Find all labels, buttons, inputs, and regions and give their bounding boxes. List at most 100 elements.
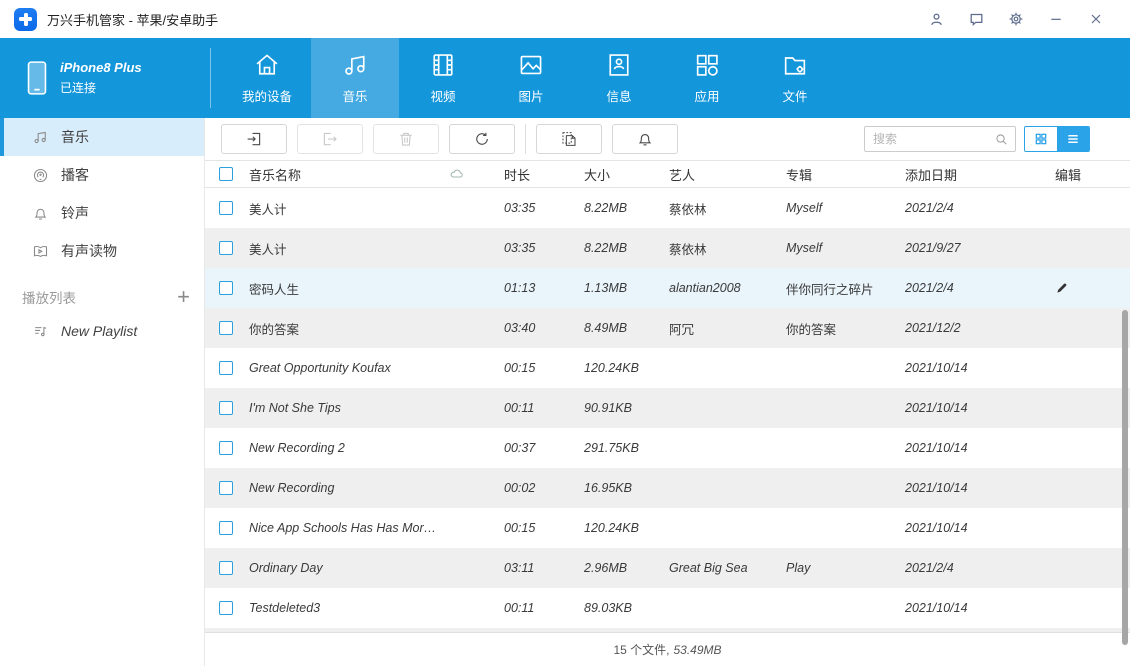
podcast-icon: [32, 167, 49, 184]
song-size: 89.03KB: [584, 601, 669, 615]
contacts-icon: [605, 51, 633, 79]
song-album: Play: [786, 561, 905, 575]
header-date[interactable]: 添加日期: [905, 165, 1055, 184]
playlist-section: 播放列表 +: [0, 282, 204, 312]
playlist-icon: [32, 323, 49, 340]
tab-label: 音乐: [342, 86, 367, 105]
table-row[interactable]: 你的答案 03:40 8.49MB 阿冗 你的答案 2021/12/2: [205, 308, 1130, 348]
header-name[interactable]: 音乐名称: [249, 165, 449, 184]
list-icon: [1066, 132, 1080, 146]
refresh-button[interactable]: [449, 124, 515, 154]
deduplicate-button[interactable]: [536, 124, 602, 154]
song-artist: Great Big Sea: [669, 561, 786, 575]
row-checkbox[interactable]: [219, 481, 233, 495]
import-button[interactable]: [221, 124, 287, 154]
search-input[interactable]: [873, 132, 994, 146]
title-bar: 万兴手机管家 - 苹果/安卓助手: [0, 0, 1130, 38]
sidebar-item-new-playlist[interactable]: New Playlist: [0, 312, 204, 350]
grid-view-button[interactable]: [1025, 127, 1057, 151]
table-row[interactable]: 美人计 03:35 8.22MB 蔡依林 Myself 2021/9/27: [205, 228, 1130, 268]
minimize-icon[interactable]: [1036, 4, 1076, 34]
table-row[interactable]: New Recording 00:02 16.95KB 2021/10/14: [205, 468, 1130, 508]
song-size: 1.13MB: [584, 281, 669, 295]
table-row[interactable]: 美人计 03:35 8.22MB 蔡依林 Myself 2021/2/4: [205, 188, 1130, 228]
account-icon[interactable]: [916, 4, 956, 34]
main-panel: 音乐名称 时长 大小 艺人 专辑 添加日期 编辑 美人计 03:35 8.22M…: [205, 118, 1130, 666]
sidebar-item-label: 播客: [61, 165, 89, 185]
tab-apps[interactable]: 应用: [663, 38, 751, 118]
feedback-icon[interactable]: [956, 4, 996, 34]
status-bar: 15 个文件, 53.49MB: [205, 633, 1130, 666]
sidebar: 音乐 播客 铃声 有声读物 播放列表: [0, 118, 205, 666]
row-checkbox[interactable]: [219, 561, 233, 575]
sidebar-item-music[interactable]: 音乐: [0, 118, 204, 156]
header-duration[interactable]: 时长: [504, 165, 584, 184]
tab-label: 应用: [694, 86, 719, 105]
song-duration: 03:11: [504, 561, 584, 575]
song-album: 伴你同行之碎片: [786, 279, 905, 298]
toolbar-divider: [525, 124, 526, 154]
song-date: 2021/12/2: [905, 321, 1055, 335]
search-icon[interactable]: [994, 132, 1009, 147]
song-size: 8.22MB: [584, 241, 669, 255]
song-date: 2021/10/14: [905, 361, 1055, 375]
select-all-checkbox[interactable]: [219, 167, 233, 181]
header-album[interactable]: 专辑: [786, 165, 905, 184]
edit-pencil-icon[interactable]: [1055, 281, 1069, 295]
row-checkbox[interactable]: [219, 321, 233, 335]
table-header: 音乐名称 时长 大小 艺人 专辑 添加日期 编辑: [205, 160, 1130, 188]
table-row[interactable]: Ordinary Day 03:11 2.96MB Great Big Sea …: [205, 548, 1130, 588]
tab-information[interactable]: 信息: [575, 38, 663, 118]
app-logo-icon: [14, 8, 37, 31]
vertical-scrollbar[interactable]: [1122, 310, 1128, 645]
nav-tabs: 我的设备 音乐 视频 图片: [223, 38, 839, 118]
table-row[interactable]: New Recording 2 00:37 291.75KB 2021/10/1…: [205, 428, 1130, 468]
row-checkbox[interactable]: [219, 441, 233, 455]
tab-my-device[interactable]: 我的设备: [223, 38, 311, 118]
table-row[interactable]: I'm Not She Tips 00:11 90.91KB 2021/10/1…: [205, 388, 1130, 428]
row-checkbox[interactable]: [219, 201, 233, 215]
table-row[interactable]: Testdeleted3 00:11 89.03KB 2021/10/14: [205, 588, 1130, 628]
tab-label: 视频: [430, 86, 455, 105]
song-duration: 03:35: [504, 201, 584, 215]
header-size[interactable]: 大小: [584, 165, 669, 184]
ringtone-maker-button[interactable]: [612, 124, 678, 154]
settings-icon[interactable]: [996, 4, 1036, 34]
tab-label: 图片: [518, 86, 543, 105]
row-checkbox[interactable]: [219, 281, 233, 295]
add-playlist-button[interactable]: +: [177, 286, 190, 308]
song-album: Myself: [786, 241, 905, 255]
song-duration: 00:11: [504, 401, 584, 415]
file-count: 15 个文件,: [613, 641, 669, 658]
song-name: I'm Not She Tips: [249, 401, 449, 415]
tab-video[interactable]: 视频: [399, 38, 487, 118]
table-row[interactable]: Nice App Schools Has Has Morning 00:15 1…: [205, 508, 1130, 548]
list-view-button[interactable]: [1057, 127, 1089, 151]
song-name: New Recording: [249, 481, 449, 495]
table-row[interactable]: 密码人生 01:13 1.13MB alantian2008 伴你同行之碎片 2…: [205, 268, 1130, 308]
row-checkbox[interactable]: [219, 361, 233, 375]
device-panel: iPhone8 Plus 已连接: [0, 38, 210, 118]
row-checkbox[interactable]: [219, 241, 233, 255]
table-row[interactable]: Great Opportunity Koufax 00:15 120.24KB …: [205, 348, 1130, 388]
close-icon[interactable]: [1076, 4, 1116, 34]
device-name: iPhone8 Plus: [60, 60, 142, 75]
music-note-icon: [32, 129, 49, 146]
sidebar-item-ringtones[interactable]: 铃声: [0, 194, 204, 232]
song-duration: 03:35: [504, 241, 584, 255]
song-duration: 00:15: [504, 521, 584, 535]
tab-files[interactable]: 文件: [751, 38, 839, 118]
song-album: Myself: [786, 201, 905, 215]
song-name: Great Opportunity Koufax: [249, 361, 449, 375]
tab-music[interactable]: 音乐: [311, 38, 399, 118]
tab-photos[interactable]: 图片: [487, 38, 575, 118]
row-checkbox[interactable]: [219, 401, 233, 415]
row-checkbox[interactable]: [219, 601, 233, 615]
row-checkbox[interactable]: [219, 521, 233, 535]
header-artist[interactable]: 艺人: [669, 165, 786, 184]
song-table-body: 美人计 03:35 8.22MB 蔡依林 Myself 2021/2/4 美人计…: [205, 188, 1130, 628]
trash-icon: [397, 130, 415, 148]
song-name: 密码人生: [249, 279, 449, 298]
sidebar-item-audiobooks[interactable]: 有声读物: [0, 232, 204, 270]
sidebar-item-podcasts[interactable]: 播客: [0, 156, 204, 194]
